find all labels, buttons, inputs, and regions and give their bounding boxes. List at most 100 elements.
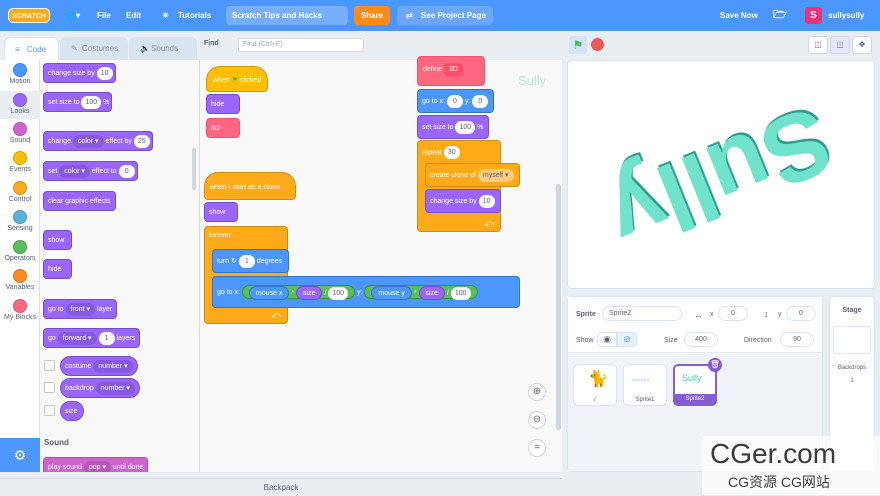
clone-dropdown[interactable]: myself ▾ bbox=[477, 168, 514, 182]
share-button[interactable]: Share bbox=[354, 6, 390, 25]
category-looks[interactable]: Looks bbox=[0, 91, 40, 119]
folder-icon[interactable]: 🗁 bbox=[773, 0, 787, 31]
block-clear-graphic-effects[interactable]: clear graphic effects bbox=[43, 191, 116, 211]
zoom-reset-button[interactable]: = bbox=[528, 439, 546, 457]
block-create-clone-of[interactable]: create clone of myself ▾ bbox=[425, 163, 520, 187]
category-variables[interactable]: Variables bbox=[0, 269, 40, 291]
block-set-size-to[interactable]: set size to 100 % bbox=[43, 92, 113, 112]
direction-input[interactable]: 90 bbox=[780, 332, 814, 347]
username[interactable]: sullysully bbox=[828, 0, 864, 31]
zoom-out-button[interactable]: ⊖ bbox=[528, 411, 546, 429]
y-input[interactable]: 0 bbox=[786, 306, 816, 321]
large-stage-button[interactable]: ◫ bbox=[830, 36, 850, 54]
delete-sprite-icon[interactable]: 🗑 bbox=[708, 358, 722, 372]
scratch-logo[interactable]: SCRATCH bbox=[8, 8, 50, 23]
tab-sounds[interactable]: 🔈 Sounds bbox=[129, 37, 197, 60]
number-input[interactable]: 10 bbox=[478, 194, 495, 208]
block-hide[interactable]: hide bbox=[43, 259, 72, 279]
block-define-3d[interactable]: define 3D bbox=[417, 56, 485, 86]
category-my-blocks[interactable]: My Blocks bbox=[0, 299, 40, 321]
block-change-size-by[interactable]: change size by 10 bbox=[425, 189, 501, 213]
see-project-page-button[interactable]: ⇄ See Project Page bbox=[397, 6, 493, 25]
tab-code[interactable]: ≡ Code bbox=[4, 37, 59, 60]
stop-button[interactable] bbox=[591, 38, 604, 51]
reporter-costume[interactable]: costume number ▾ bbox=[60, 356, 138, 376]
sprite-tile[interactable]: 🐈 / bbox=[573, 364, 617, 406]
operator-multiply[interactable]: mouse x * size / 100 bbox=[241, 285, 356, 301]
block-hide[interactable]: hide bbox=[206, 94, 240, 114]
number-input[interactable]: 0 bbox=[118, 164, 135, 178]
block-show[interactable]: show bbox=[43, 230, 72, 250]
block-set-size-to[interactable]: set size to 100 % bbox=[417, 115, 490, 139]
number-input[interactable]: 100 bbox=[328, 286, 349, 300]
block-change-effect[interactable]: change color ▾ effect by 25 bbox=[43, 131, 153, 151]
reporter-size[interactable]: size bbox=[296, 286, 323, 301]
reporter-mouse-y[interactable]: mouse y bbox=[371, 286, 412, 301]
show-hidden-button[interactable]: ⊘ bbox=[617, 332, 637, 347]
number-input[interactable]: 25 bbox=[133, 134, 150, 148]
number-input[interactable]: 100 bbox=[455, 120, 476, 134]
define-name[interactable]: 3D bbox=[444, 62, 463, 76]
costume-dropdown[interactable]: number ▾ bbox=[93, 359, 133, 373]
show-visible-button[interactable]: ◉ bbox=[597, 332, 617, 347]
backpack[interactable]: Backpack bbox=[0, 478, 562, 495]
effect-dropdown[interactable]: color ▾ bbox=[59, 164, 90, 178]
project-title-input[interactable]: Scratch Tips and Hacks bbox=[226, 6, 348, 25]
save-now-button[interactable]: Save Now bbox=[720, 0, 758, 31]
block-play-sound-until-done[interactable]: play sound pop ▾ until done bbox=[43, 457, 149, 472]
category-motion[interactable]: Motion bbox=[0, 63, 40, 85]
small-stage-button[interactable]: ◫ bbox=[808, 36, 828, 54]
reporter-backdrop[interactable]: backdrop number ▾ bbox=[60, 378, 140, 398]
block-go-to-xy[interactable]: go to x: mouse x * size / 100 y: mouse y… bbox=[212, 276, 520, 308]
edit-menu[interactable]: Edit bbox=[126, 0, 141, 31]
sound-dropdown[interactable]: pop ▾ bbox=[83, 460, 111, 472]
number-input[interactable]: 1 bbox=[98, 331, 115, 345]
block-go-to-xy-0[interactable]: go to x: 0 y: 0 bbox=[417, 89, 495, 113]
block-call-3d[interactable]: 3D bbox=[206, 118, 240, 138]
reporter-size[interactable]: size bbox=[60, 401, 85, 421]
block-forever[interactable]: forever ⤺ bbox=[204, 226, 288, 324]
block-turn-degrees[interactable]: turn ↻ 1 degrees bbox=[212, 249, 290, 273]
avatar[interactable]: S bbox=[805, 7, 822, 24]
number-input[interactable]: 0 bbox=[446, 94, 463, 108]
number-input[interactable]: 0 bbox=[472, 94, 489, 108]
tutorials-menu[interactable]: Tutorials bbox=[178, 0, 211, 31]
number-input[interactable]: 30 bbox=[443, 146, 460, 159]
operator-multiply[interactable]: mouse y * size / 100 bbox=[364, 285, 478, 301]
size-input[interactable]: 400 bbox=[684, 332, 718, 347]
direction-dropdown[interactable]: forward ▾ bbox=[57, 331, 97, 345]
globe-icon[interactable]: 🌐▾ bbox=[66, 0, 80, 31]
block-go-to-layer[interactable]: go to front ▾ layer bbox=[43, 299, 118, 319]
block-when-flag-clicked[interactable]: when ⚑ clicked bbox=[206, 66, 269, 92]
checkbox[interactable] bbox=[44, 405, 55, 416]
stage-canvas[interactable]: Sully Sully bbox=[567, 60, 875, 289]
category-operators[interactable]: Operators bbox=[0, 240, 40, 262]
number-input[interactable]: 10 bbox=[96, 66, 113, 80]
block-go-layers[interactable]: go forward ▾ 1 layers bbox=[43, 328, 141, 348]
tab-costumes[interactable]: ✎ Costumes bbox=[60, 37, 128, 60]
backdrop-dropdown[interactable]: number ▾ bbox=[95, 381, 135, 395]
sprite-tile[interactable]: ~~~~~~ Sprite1 bbox=[623, 364, 667, 406]
effect-dropdown[interactable]: color ▾ bbox=[72, 134, 104, 148]
category-events[interactable]: Events bbox=[0, 151, 40, 173]
x-input[interactable]: 0 bbox=[718, 306, 748, 321]
category-sound[interactable]: Sound bbox=[0, 122, 40, 144]
block-change-size-by[interactable]: change size by 10 bbox=[43, 63, 116, 83]
code-scrollbar[interactable] bbox=[556, 184, 561, 430]
number-input[interactable]: 100 bbox=[81, 95, 102, 109]
category-sensing[interactable]: Sensing bbox=[0, 210, 40, 232]
category-control[interactable]: Control bbox=[0, 181, 40, 203]
block-show[interactable]: show bbox=[204, 202, 238, 222]
zoom-in-button[interactable]: ⊕ bbox=[528, 383, 546, 401]
checkbox[interactable] bbox=[44, 360, 55, 371]
layer-dropdown[interactable]: front ▾ bbox=[65, 302, 96, 316]
find-input[interactable]: Find (Ctrl+F) bbox=[238, 38, 364, 52]
number-input[interactable]: 100 bbox=[450, 286, 471, 300]
add-extension-button[interactable]: ⚙ bbox=[0, 438, 40, 472]
number-input[interactable]: 1 bbox=[238, 254, 255, 268]
block-when-i-start-as-a-clone[interactable]: when I start as a clone bbox=[204, 172, 296, 200]
block-set-effect[interactable]: set color ▾ effect to 0 bbox=[43, 161, 138, 181]
stage-thumbnail[interactable] bbox=[833, 326, 871, 354]
sprite-tile-selected[interactable]: Sully Sprite2 🗑 bbox=[673, 358, 722, 406]
reporter-mouse-x[interactable]: mouse x bbox=[248, 286, 290, 301]
